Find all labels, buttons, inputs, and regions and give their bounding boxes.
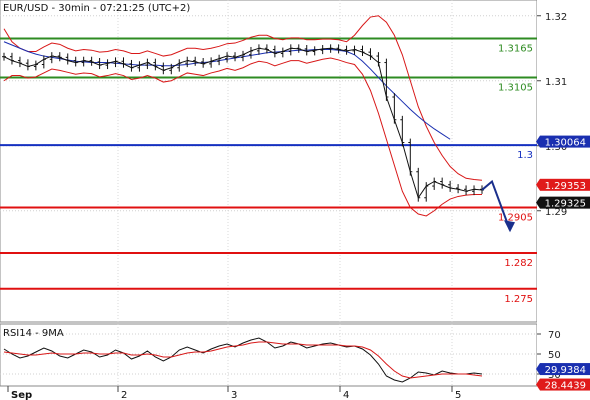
level-label: 1.275 bbox=[504, 294, 533, 305]
rsi-tick-label: 50 bbox=[548, 350, 561, 361]
date-label: 3 bbox=[231, 390, 237, 400]
price-tick-label: 1.31 bbox=[545, 77, 567, 88]
value-badge-label: 28.4439 bbox=[545, 381, 586, 392]
value-badge-label: 1.30064 bbox=[545, 138, 586, 149]
indicator-panel bbox=[0, 323, 538, 387]
forex-chart: 1.31651.31051.31.29051.2821.275 1.291.30… bbox=[0, 0, 590, 400]
rsi-tick-label: 70 bbox=[548, 330, 561, 341]
date-label: 4 bbox=[343, 390, 349, 400]
value-badge-label: 29.9384 bbox=[545, 365, 586, 376]
date-label: 5 bbox=[455, 390, 461, 400]
level-label: 1.3165 bbox=[498, 44, 533, 55]
price-tick-label: 1.32 bbox=[545, 12, 567, 23]
price-panel bbox=[0, 0, 538, 323]
level-label: 1.3105 bbox=[498, 83, 533, 94]
level-label: 1.282 bbox=[504, 258, 533, 269]
indicator-title: RSI14 - 9MA bbox=[3, 328, 64, 339]
value-badge-label: 1.29325 bbox=[545, 199, 586, 210]
value-badge-label: 1.29353 bbox=[545, 181, 586, 192]
date-label: Sep bbox=[11, 390, 32, 400]
date-label: 2 bbox=[121, 390, 127, 400]
chart-title: EUR/USD - 30min - 07:21:25 (UTC+2) bbox=[3, 3, 190, 14]
date-axis: Sep 2 3 4 5 bbox=[7, 386, 461, 400]
level-label: 1.3 bbox=[517, 150, 533, 161]
